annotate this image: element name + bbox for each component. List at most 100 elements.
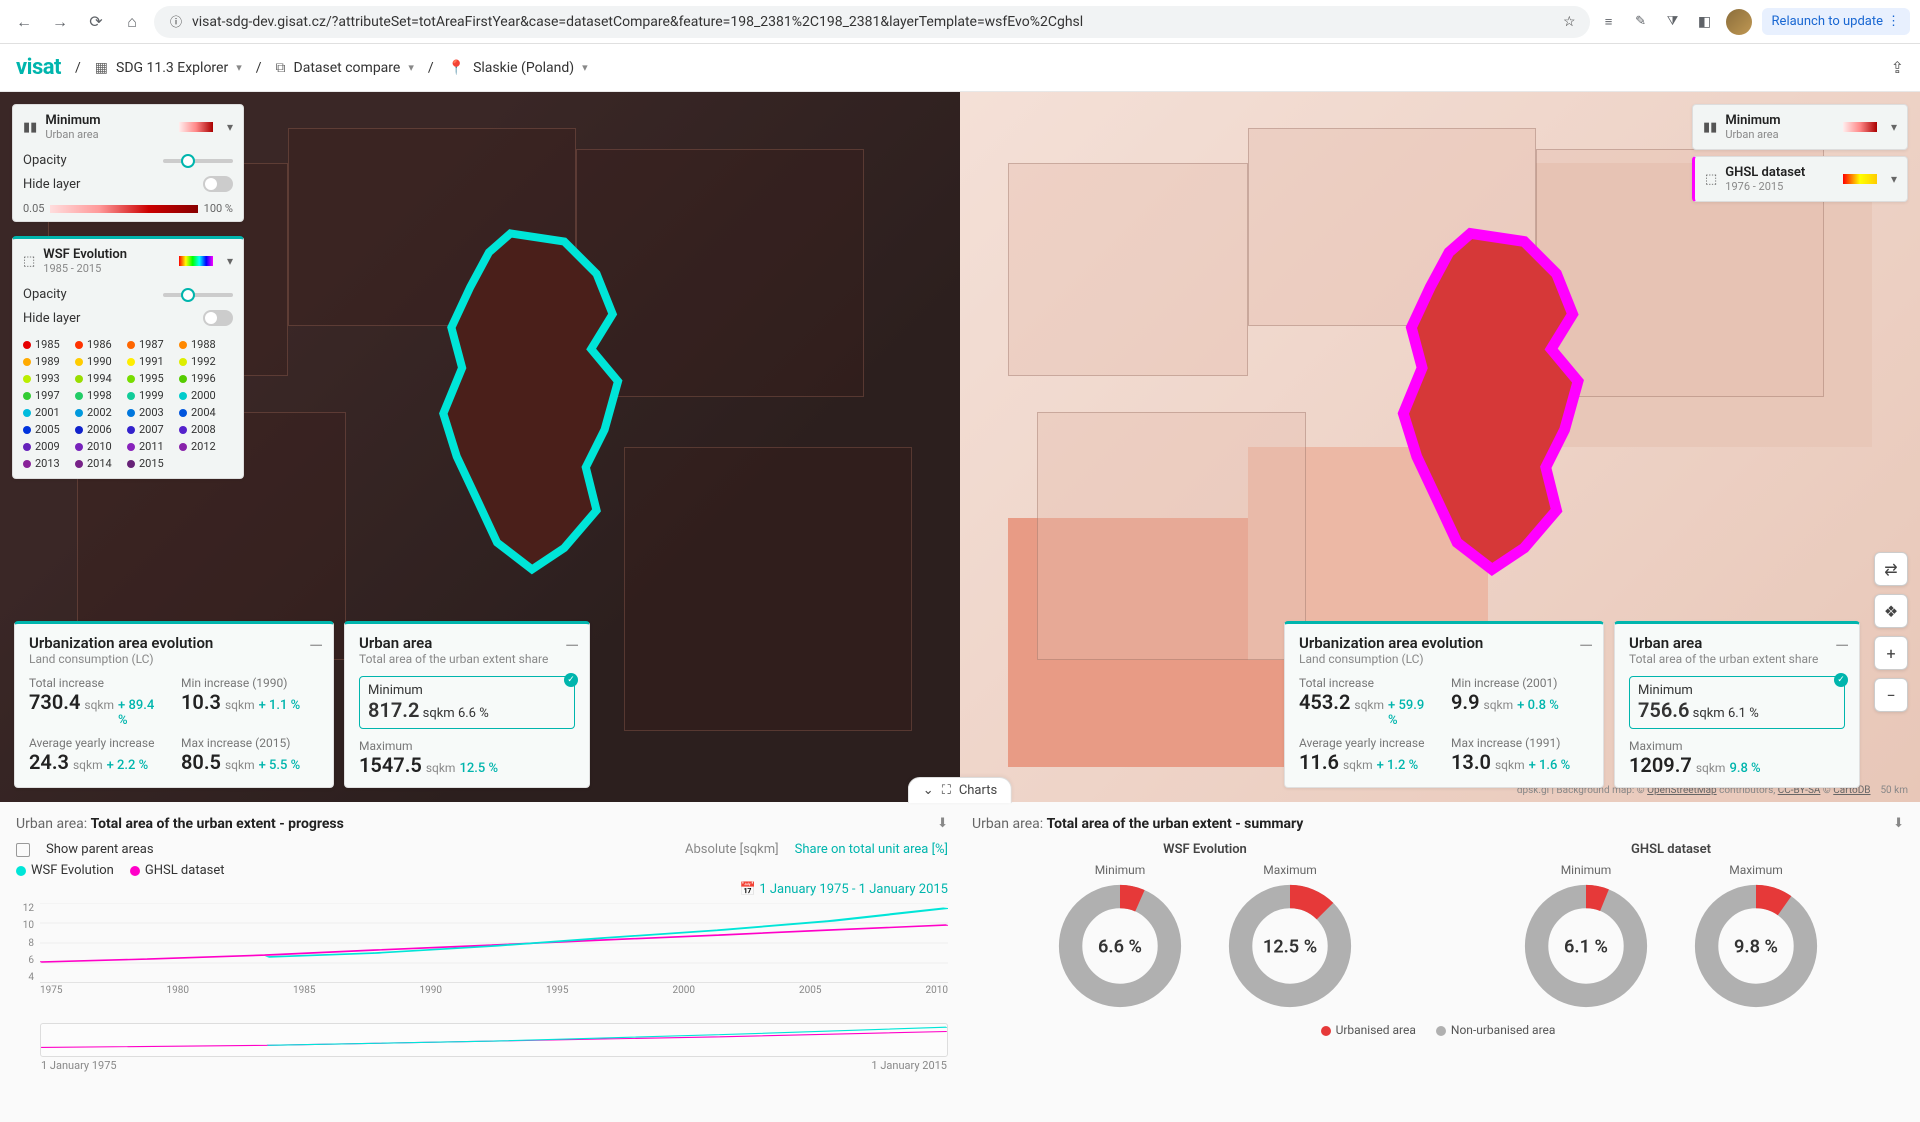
year-item: 2015 (127, 457, 169, 470)
breadcrumb-region[interactable]: 📍Slaskie (Poland)▾ (448, 60, 588, 76)
chevron-down-icon[interactable]: ▾ (1891, 120, 1897, 134)
metric-label: Min increase (2001) (1451, 676, 1589, 690)
nav-reload-button[interactable]: ⟳ (82, 8, 110, 36)
svg-text:9.8 %: 9.8 % (1734, 937, 1778, 958)
app-logo[interactable]: visat (16, 55, 61, 80)
grid-icon: ▦ (95, 60, 108, 76)
nav-back-button[interactable]: ← (10, 8, 38, 36)
minimize-icon[interactable]: — (309, 636, 323, 657)
progress-chart[interactable]: 1210864 19751980198519901995200020052010 (16, 903, 948, 1013)
map-left[interactable]: ▮▮ MinimumUrban area ▾ Opacity Hide laye… (0, 92, 960, 802)
year-item: 1995 (127, 372, 169, 385)
opacity-slider[interactable] (163, 293, 233, 297)
site-info-icon[interactable]: ⓘ (168, 14, 184, 30)
year-item: 1997 (23, 389, 65, 402)
year-item: 2008 (179, 423, 221, 436)
chevron-down-icon[interactable]: ▾ (1891, 172, 1897, 186)
metric-label: Min increase (1990) (181, 676, 319, 690)
swap-icon[interactable]: ⇄ (1874, 552, 1908, 586)
hide-toggle[interactable] (203, 310, 233, 326)
zoom-out-button[interactable]: − (1874, 678, 1908, 712)
breadcrumb-mode[interactable]: ⧉Dataset compare▾ (276, 60, 414, 76)
summary-column: Urban area: Total area of the urban exte… (972, 816, 1904, 1108)
show-parent-checkbox[interactable] (16, 843, 30, 857)
svg-text:12.5 %: 12.5 % (1263, 937, 1317, 958)
absolute-toggle[interactable]: Absolute [sqkm] (685, 842, 779, 857)
year-item: 2005 (23, 423, 65, 436)
metric-pct: + 59.9 % (1388, 698, 1437, 728)
layer-header[interactable]: ▮▮ MinimumUrban area ▾ (13, 105, 243, 149)
hide-label: Hide layer (23, 311, 80, 326)
card-subtitle: Total area of the urban extent share (1629, 652, 1845, 666)
svg-text:6.1 %: 6.1 % (1564, 937, 1608, 958)
gradient-preview (179, 256, 213, 266)
nav-home-button[interactable]: ⌂ (118, 8, 146, 36)
donut-group-title: GHSL dataset (1521, 842, 1821, 857)
year-item: 1988 (179, 338, 221, 351)
gradient-legend: 0.05100 % (13, 196, 243, 221)
year-item: 1985 (23, 338, 65, 351)
bars-icon: ▮▮ (23, 120, 37, 135)
year-item: 2004 (179, 406, 221, 419)
card-urban-area: Urban area Total area of the urban exten… (344, 621, 590, 788)
download-icon[interactable]: ⬇ (937, 816, 948, 831)
profile-avatar[interactable] (1726, 9, 1752, 35)
breadcrumb-app[interactable]: ▦SDG 11.3 Explorer▾ (95, 60, 242, 76)
metric-value: 756.6 (1638, 698, 1689, 722)
brush-start-label: 1 January 1975 (41, 1059, 117, 1072)
selected-metric-box[interactable]: ✓ Minimum 817.2 sqkm 6.6 % (359, 676, 575, 729)
chevron-down-icon: ▾ (408, 61, 414, 74)
selected-metric-box[interactable]: ✓ Minimum 756.6 sqkm 6.1 % (1629, 676, 1845, 729)
year-item: 1986 (75, 338, 117, 351)
layer-header[interactable]: ⬚ WSF Evolution1985 - 2015 ▾ (13, 239, 243, 283)
star-icon[interactable]: ☆ (1563, 14, 1576, 30)
card-subtitle: Land consumption (LC) (1299, 652, 1589, 666)
layers-button[interactable]: ❖ (1874, 594, 1908, 628)
charts-tab[interactable]: ⌄ ⛶ Charts (908, 777, 1012, 803)
layer-subtitle: Urban area (45, 128, 100, 141)
year-item: 2000 (179, 389, 221, 402)
minimize-icon[interactable]: — (1835, 636, 1849, 657)
calendar-icon: 📅 (740, 882, 756, 897)
nav-forward-button[interactable]: → (46, 8, 74, 36)
extensions-icon[interactable]: ⧩ (1662, 11, 1684, 33)
date-range[interactable]: 📅 1 January 1975 - 1 January 2015 (16, 882, 948, 897)
chevron-down-icon[interactable]: ▾ (227, 120, 233, 134)
zoom-in-button[interactable]: + (1874, 636, 1908, 670)
donut-chart: Minimum 6.1 % (1521, 863, 1651, 1011)
donut-charts: WSF Evolution Minimum 6.6 % Maximum 12.5… (972, 842, 1904, 1011)
year-item: 2006 (75, 423, 117, 436)
year-item: 2007 (127, 423, 169, 436)
layer-header[interactable]: ▮▮ MinimumUrban area ▾ (1693, 105, 1907, 149)
minimize-icon[interactable]: — (1579, 636, 1593, 657)
download-icon[interactable]: ⬇ (1893, 816, 1904, 831)
year-item: 1990 (75, 355, 117, 368)
ext-icon-1[interactable]: ≡ (1598, 11, 1620, 33)
layer-title: WSF Evolution (43, 247, 127, 262)
region-highlight-right (1363, 220, 1632, 660)
minimize-icon[interactable]: — (565, 636, 579, 657)
metric-pct: 6.6 % (458, 706, 489, 721)
ext-icon-2[interactable]: ✎ (1630, 11, 1652, 33)
chevron-down-icon[interactable]: ▾ (227, 254, 233, 268)
region-highlight-left (403, 220, 672, 660)
year-item: 2013 (23, 457, 65, 470)
metric-value: 24.3 (29, 750, 69, 774)
sidepanel-icon[interactable]: ◧ (1694, 11, 1716, 33)
map-right[interactable]: ▮▮ MinimumUrban area ▾ ⬚ GHSL dataset197… (960, 92, 1920, 802)
opacity-slider[interactable] (163, 159, 233, 163)
stat-cards-right: Urbanization area evolution Land consump… (1284, 621, 1860, 788)
map-compare-stage: ▮▮ MinimumUrban area ▾ Opacity Hide laye… (0, 92, 1920, 802)
url-bar[interactable]: ⓘ visat-sdg-dev.gisat.cz/?attributeSet=t… (154, 6, 1590, 38)
share-icon[interactable]: ⇪ (1891, 58, 1904, 77)
share-toggle[interactable]: Share on total unit area [%] (795, 842, 948, 857)
metric-value: 1547.5 (359, 753, 422, 777)
layer-header[interactable]: ⬚ GHSL dataset1976 - 2015 ▾ (1695, 157, 1907, 201)
legend-item: Non-urbanised area (1451, 1023, 1556, 1037)
metric-label: Maximum (1629, 739, 1845, 753)
hide-toggle[interactable] (203, 176, 233, 192)
card-urbanization-evolution: Urbanization area evolution Land consump… (1284, 621, 1604, 788)
card-title: Urbanization area evolution (1299, 634, 1589, 652)
time-brush[interactable]: 1 January 1975 1 January 2015 (40, 1023, 948, 1057)
relaunch-button[interactable]: Relaunch to update⋮ (1762, 8, 1910, 35)
